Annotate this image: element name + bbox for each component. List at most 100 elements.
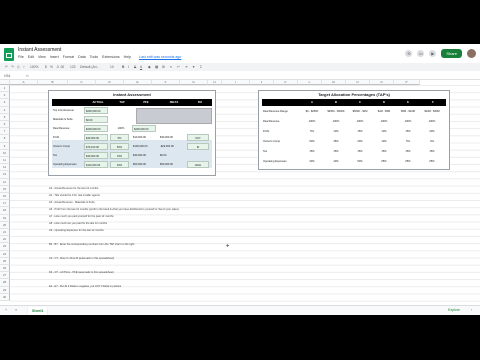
cell-owner-pfe[interactable]: $100,000.00 [132, 143, 156, 150]
paint-format-icon[interactable]: ⌐ [23, 65, 25, 69]
tap-cell[interactable]: 65% [420, 158, 444, 165]
row-header[interactable]: 12 [0, 164, 10, 172]
column-header[interactable]: A [10, 80, 38, 85]
cell-owner-delta[interactable]: -$29,900.00 [159, 143, 185, 150]
avatar[interactable] [467, 48, 476, 58]
cell-profit-delta[interactable]: $30,000.00 [159, 134, 185, 141]
tap-cell[interactable]: 15% [348, 128, 372, 135]
tap-cell[interactable]: 20% [348, 138, 372, 145]
wrap-icon[interactable]: ↵ [177, 65, 180, 69]
tap-cell[interactable]: 5% [396, 138, 420, 145]
last-edit-link[interactable]: Last edit was seconds ago [139, 55, 181, 59]
cell-opex-actual[interactable]: $110,000.00 [84, 161, 108, 168]
row-header[interactable]: 23 [0, 243, 10, 251]
row-header[interactable]: 3 [0, 99, 10, 107]
link-icon[interactable]: ⚭ [185, 65, 188, 69]
cell-materials-actual[interactable]: $0.00 [84, 116, 108, 123]
column-header[interactable]: D [96, 80, 124, 85]
cell-profit-tap[interactable]: 5% [110, 134, 129, 141]
column-header[interactable]: K [274, 80, 298, 85]
decimal-buttons[interactable]: .0 .00 [56, 65, 64, 69]
row-header[interactable]: 17 [0, 200, 10, 208]
menu-edit[interactable]: Edit [28, 55, 34, 59]
cell-reference[interactable]: H34 [4, 74, 10, 78]
cell-opex-tap[interactable]: 30% [110, 161, 129, 168]
cell-profit-fix[interactable]: OUT [187, 134, 209, 141]
tap-cell[interactable]: 35% [324, 138, 348, 145]
tap-cell[interactable]: 65% [372, 158, 396, 165]
tap-cell[interactable]: 15% [396, 128, 420, 135]
cell-owner-fix[interactable]: IN [187, 143, 209, 150]
tap-cell[interactable]: 15% [324, 148, 348, 155]
tap-cell[interactable]: 5% [300, 128, 324, 135]
row-header[interactable]: 21 [0, 229, 10, 237]
cell-tax-pfe[interactable]: $30,000.00 [132, 152, 156, 159]
filter-icon[interactable]: ▼ [192, 65, 195, 69]
zoom-select[interactable]: 100% [30, 65, 38, 69]
tap-cell[interactable]: 50% [348, 158, 372, 165]
tap-cell[interactable]: 10% [372, 138, 396, 145]
row-header[interactable]: 8 [0, 135, 10, 143]
column-header[interactable]: O [370, 80, 394, 85]
tap-cell[interactable]: 50% [300, 138, 324, 145]
row-header[interactable]: 27 [0, 272, 10, 280]
star-icon[interactable]: ☆ [57, 47, 61, 52]
row-header[interactable]: 26 [0, 265, 10, 273]
tap-cell[interactable]: 15% [348, 148, 372, 155]
tap-cell[interactable]: 30% [300, 158, 324, 165]
cell-opex-delta[interactable]: $50,000.00 [159, 161, 185, 168]
row-header[interactable]: 5 [0, 113, 10, 121]
row-header[interactable]: 25 [0, 257, 10, 265]
cell-tax-delta[interactable]: $0.00 [159, 152, 185, 159]
row-header[interactable]: 18 [0, 207, 10, 215]
italic-icon[interactable]: I [128, 65, 129, 69]
tap-cell[interactable]: 100% [372, 118, 396, 125]
row-header[interactable]: 10 [0, 149, 10, 157]
row-header[interactable]: 16 [0, 193, 10, 201]
strikethrough-icon[interactable]: S [134, 65, 136, 69]
tap-cell[interactable]: 40% [324, 158, 348, 165]
tap-cell[interactable]: 15% [372, 148, 396, 155]
cell-profit-actual[interactable]: $40,000.00 [84, 134, 108, 141]
menu-format[interactable]: Format [63, 55, 74, 59]
menu-help[interactable]: Help [124, 55, 131, 59]
function-icon[interactable]: Σ [200, 65, 202, 69]
font-select[interactable]: Default (Ari... [80, 65, 99, 69]
column-header[interactable]: M [322, 80, 346, 85]
row-header[interactable]: 30 [0, 293, 10, 301]
currency-button[interactable]: $ [45, 65, 47, 69]
text-color-icon[interactable]: A [140, 65, 142, 69]
borders-icon[interactable]: ▦ [155, 65, 158, 69]
font-size-select[interactable]: 10 [110, 65, 114, 69]
menu-tools[interactable]: Tools [90, 55, 98, 59]
merge-icon[interactable]: ⊞ [162, 65, 165, 69]
tap-cell[interactable]: $500K - $1M [348, 108, 372, 115]
row-header[interactable]: 13 [0, 171, 10, 179]
align-icon[interactable]: ≡ [170, 65, 172, 69]
fill-color-icon[interactable]: ◆ [148, 65, 151, 69]
cell-opex-fix[interactable]: HIGH [187, 161, 209, 168]
sheet-tab-sheet1[interactable]: Sheet1 [28, 307, 48, 315]
tap-cell[interactable]: 100% [420, 118, 444, 125]
menu-data[interactable]: Data [78, 55, 86, 59]
row-header[interactable]: 1 [0, 85, 10, 93]
menu-extensions[interactable]: Extensions [102, 55, 120, 59]
tap-cell[interactable]: $250K - $500K [324, 108, 348, 115]
tap-cell[interactable]: 100% [300, 118, 324, 125]
all-sheets-icon[interactable]: ≡ [15, 308, 17, 312]
tap-cell[interactable]: $10M - $50M [420, 108, 444, 115]
share-button[interactable]: Share [441, 48, 462, 58]
row-header[interactable]: 15 [0, 185, 10, 193]
cell-real-revenue-actual[interactable]: $200,000.00 [84, 125, 108, 132]
cell-opex-pfe[interactable]: $60,000.00 [132, 161, 156, 168]
column-header[interactable]: L [298, 80, 322, 85]
cell-owner-actual[interactable]: $70,100.00 [84, 143, 108, 150]
history-icon[interactable]: ⟲ [405, 49, 413, 57]
tap-cell[interactable]: $0 - $250K [300, 108, 324, 115]
row-header[interactable]: 28 [0, 279, 10, 287]
tap-cell[interactable]: 20% [420, 128, 444, 135]
tap-cell[interactable]: 15% [420, 148, 444, 155]
row-header[interactable]: 14 [0, 178, 10, 186]
tap-cell[interactable]: 65% [396, 158, 420, 165]
cell-real-revenue-pfe[interactable]: $200,000.00 [132, 125, 156, 132]
